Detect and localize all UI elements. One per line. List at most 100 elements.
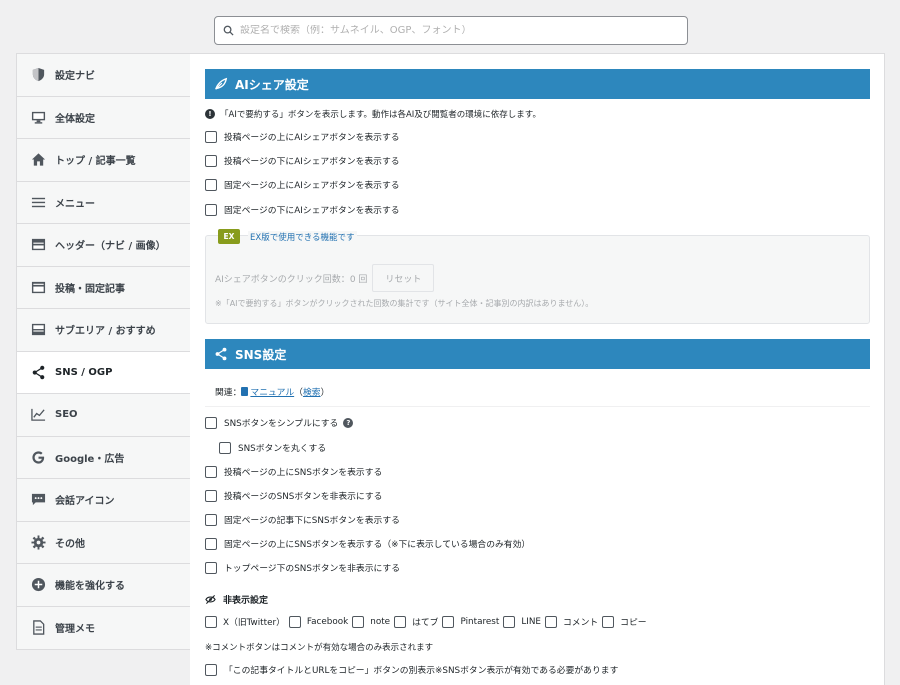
settings-search[interactable] [214, 16, 688, 45]
checkbox[interactable] [205, 561, 217, 574]
hide-line[interactable]: LINE [503, 615, 545, 628]
hide-copy[interactable]: コピー [602, 615, 650, 628]
search-link[interactable]: 検索 [303, 385, 321, 398]
sidebar-item-sns-ogp[interactable]: SNS / OGP [17, 351, 191, 394]
ai-share-option-page-top[interactable]: 固定ページの上にAIシェアボタンを表示する [205, 178, 400, 191]
checkbox[interactable] [205, 178, 217, 191]
manual-link[interactable]: マニュアル [250, 385, 294, 398]
sidebar-item-memo[interactable]: 管理メモ [17, 607, 190, 650]
sns-option-post-hide[interactable]: 投稿ページのSNSボタンを非表示にする [205, 489, 382, 502]
sidebar-item-seo[interactable]: SEO [17, 394, 190, 437]
sidebar-item-label: SEO [55, 409, 78, 421]
ai-share-option-post-top[interactable]: 投稿ページの上にAIシェアボタンを表示する [205, 130, 400, 143]
checkbox[interactable] [205, 130, 217, 143]
option-label: X（旧Twitter） [223, 618, 285, 628]
ex-badge: EX [218, 229, 240, 244]
eye-slash-icon [205, 594, 216, 605]
copy-separate-option[interactable]: 「この記事タイトルとURLをコピー」ボタンの別表示※SNSボタン表示が有効である… [205, 663, 618, 676]
sidebar-item-other[interactable]: その他 [17, 522, 190, 564]
option-label: Facebook [306, 616, 349, 627]
checkbox[interactable] [352, 615, 365, 628]
option-label: Pintarest [460, 616, 500, 627]
option-label: SNSボタンを丸くする [238, 444, 327, 454]
option-label: 投稿ページのSNSボタンを非表示にする [224, 492, 383, 502]
leaf-icon [215, 77, 228, 90]
sidebar-item-top-list[interactable]: トップ / 記事一覧 [17, 139, 190, 182]
sidebar-item-settings-navi[interactable]: 設定ナビ [17, 54, 190, 97]
subarea-icon [30, 322, 46, 338]
sns-option-post-top[interactable]: 投稿ページの上にSNSボタンを表示する [205, 465, 382, 478]
sidebar-item-header[interactable]: ヘッダー（ナビ / 画像） [17, 224, 190, 267]
ex-feature-text: EX版で使用できる機能です [248, 231, 357, 243]
comment-note: ※コメントボタンはコメントが有効な場合のみ表示されます [205, 643, 434, 653]
checkbox[interactable] [205, 537, 217, 550]
google-icon [30, 449, 46, 465]
settings-main-panel: AIシェア設定 ! 「AIで要約する」ボタンを表示します。動作は各AI及び閲覧者… [190, 53, 885, 685]
option-label: 固定ページの記事下にSNSボタンを表示する [224, 516, 400, 526]
ai-share-option-page-bottom[interactable]: 固定ページの下にAIシェアボタンを表示する [205, 203, 400, 216]
sns-option-round[interactable]: SNSボタンを丸くする [219, 441, 326, 454]
sidebar-item-label: 設定ナビ [55, 71, 95, 83]
sns-option-page-top[interactable]: 固定ページの上にSNSボタンを表示する（※下に表示している場合のみ有効） [205, 537, 530, 550]
click-count-value: 0 回 [349, 274, 368, 285]
book-icon [241, 387, 249, 396]
sidebar-item-label: 会話アイコン [55, 496, 115, 508]
sns-option-page-bottom[interactable]: 固定ページの記事下にSNSボタンを表示する [205, 513, 400, 526]
hide-note[interactable]: note [352, 615, 394, 628]
ai-share-note-text: 「AIで要約する」ボタンを表示します。動作は各AI及び閲覧者の環境に依存します。 [220, 110, 541, 120]
sidebar-item-subarea[interactable]: サブエリア / おすすめ [17, 309, 190, 352]
sidebar-item-general[interactable]: 全体設定 [17, 97, 190, 139]
sidebar-item-label: 全体設定 [55, 113, 95, 125]
share-icon [215, 347, 227, 361]
paren-open: （ [294, 388, 303, 398]
chart-icon [30, 407, 46, 423]
chat-icon [30, 492, 46, 508]
checkbox[interactable] [205, 663, 217, 676]
click-count-row: AIシェアボタンのクリック回数： 0 回 リセット [215, 264, 435, 292]
header-icon [30, 237, 46, 253]
search-input[interactable] [240, 25, 680, 36]
checkbox[interactable] [205, 513, 217, 526]
option-label: はてブ [412, 618, 439, 628]
post-icon [30, 279, 46, 295]
checkbox[interactable] [205, 465, 217, 478]
click-count-label: AIシェアボタンのクリック回数： [215, 274, 350, 285]
section-title: SNS設定 [235, 347, 287, 362]
checkbox[interactable] [544, 615, 557, 628]
hide-facebook[interactable]: Facebook [288, 615, 352, 628]
sidebar-item-label: SNS / OGP [55, 366, 113, 378]
checkbox[interactable] [205, 489, 217, 502]
sidebar-item-google-ads[interactable]: Google・広告 [17, 437, 190, 479]
checkbox[interactable] [205, 203, 217, 216]
search-icon [223, 25, 234, 36]
sidebar-item-chat-icon[interactable]: 会話アイコン [17, 479, 190, 522]
share-icon [30, 364, 46, 380]
shield-icon [30, 67, 46, 83]
checkbox[interactable] [394, 615, 407, 628]
sns-section-header: SNS設定 [205, 339, 870, 369]
checkbox[interactable] [503, 615, 516, 628]
option-label: 固定ページの上にSNSボタンを表示する（※下に表示している場合のみ有効） [224, 540, 531, 550]
sidebar-item-menu[interactable]: メニュー [17, 182, 190, 224]
reset-button[interactable]: リセット [372, 264, 435, 292]
checkbox[interactable] [219, 441, 231, 454]
sidebar-item-posts[interactable]: 投稿・固定記事 [17, 267, 190, 309]
hide-hatebu[interactable]: はてブ [394, 615, 442, 628]
checkbox[interactable] [442, 615, 455, 628]
hide-x[interactable]: X（旧Twitter） [205, 615, 289, 628]
help-icon[interactable]: ? [343, 417, 354, 428]
checkbox[interactable] [602, 615, 615, 628]
sidebar-item-label: 機能を強化する [55, 581, 125, 593]
checkbox[interactable] [288, 615, 301, 628]
sns-option-top-hide[interactable]: トップページ下のSNSボタンを非表示にする [205, 561, 400, 574]
checkbox[interactable] [205, 615, 217, 628]
ai-share-option-post-bottom[interactable]: 投稿ページの下にAIシェアボタンを表示する [205, 154, 400, 167]
option-label: 投稿ページの上にSNSボタンを表示する [224, 468, 383, 478]
checkbox[interactable] [205, 154, 217, 167]
sidebar-item-enhance[interactable]: 機能を強化する [17, 564, 190, 607]
hide-comment[interactable]: コメント [544, 615, 602, 628]
hide-pinterest[interactable]: Pintarest [442, 615, 503, 628]
checkbox[interactable] [205, 416, 217, 429]
ex-feature-box: EX EX版で使用できる機能です AIシェアボタンのクリック回数： 0 回 リセ… [205, 229, 870, 324]
sns-option-simple[interactable]: SNSボタンをシンプルにする? [205, 416, 354, 429]
